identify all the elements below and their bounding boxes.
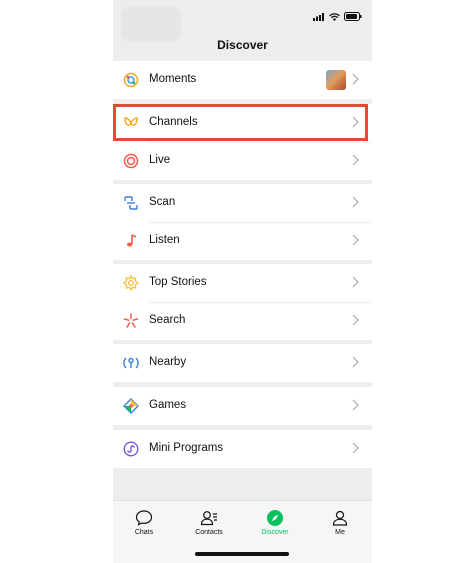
list-item-label: Mini Programs [149,442,224,454]
person-icon [332,510,348,526]
scan-icon [124,196,138,210]
group-mini-programs: Mini Programs [113,430,372,468]
chevron-right-icon [352,196,359,208]
chevron-right-icon [352,116,359,128]
list-item-listen[interactable]: Listen [113,222,372,260]
compass-icon [267,510,283,526]
tab-contacts[interactable]: Contacts [184,509,234,536]
list-item-live[interactable]: Live [113,142,372,180]
home-indicator [195,552,289,556]
list-item-channels[interactable]: Channels [113,104,372,142]
status-bar [113,0,372,42]
contacts-icon [200,511,217,526]
music-note-icon [127,234,137,247]
tab-label: Me [335,529,345,536]
tab-me[interactable]: Me [315,509,365,536]
wifi-icon [329,12,340,21]
chevron-right-icon [352,276,359,288]
page-title: Discover [217,38,268,52]
top-stories-icon [123,275,139,291]
group-nearby: Nearby [113,344,372,382]
mini-programs-icon [123,441,139,457]
chevron-right-icon [352,442,359,454]
battery-icon [344,12,362,21]
moments-icon [123,72,139,88]
list-item-search[interactable]: Search [113,302,372,340]
moments-thumbnail [326,70,346,90]
list-item-moments[interactable]: Moments [113,61,372,99]
tab-discover[interactable]: Discover [250,509,300,536]
list-item-label: Search [149,314,186,326]
list-item-label: Scan [149,196,176,208]
tab-label: Contacts [195,529,223,536]
chevron-right-icon [352,399,359,411]
games-icon [123,398,139,414]
group-games: Games [113,387,372,425]
list-item-scan[interactable]: Scan [113,184,372,222]
list-item-nearby[interactable]: Nearby [113,344,372,382]
list-item-label: Channels [149,116,198,128]
list-item-label: Games [149,399,187,411]
list-item-label: Listen [149,234,180,246]
list-item-mini-programs[interactable]: Mini Programs [113,430,372,468]
group-scan-listen: Scan Listen [113,184,372,260]
chevron-right-icon [352,356,359,368]
list-item-label: Nearby [149,356,187,368]
list-item-top-stories[interactable]: Top Stories [113,264,372,302]
cellular-signal-icon [313,12,324,21]
channels-icon [124,117,138,127]
status-icons [313,12,362,21]
list-item-label: Moments [149,73,197,85]
chevron-right-icon [352,234,359,246]
group-channels-live: Channels Live [113,104,372,180]
list-item-games[interactable]: Games [113,387,372,425]
list-item-label: Live [149,154,171,166]
phone-screen: Discover Moments Channels Live Scan List… [113,0,372,563]
chevron-right-icon [352,314,359,326]
chevron-right-icon [352,154,359,166]
tab-chats[interactable]: Chats [119,509,169,536]
tab-label: Discover [261,529,289,536]
status-bar-blurred-area [121,6,181,42]
chevron-right-icon [352,73,359,85]
tab-label: Chats [134,529,154,536]
search-icon [123,313,139,328]
list-item-label: Top Stories [149,276,207,288]
group-moments: Moments [113,61,372,99]
nearby-icon [123,357,139,369]
chat-bubble-icon [135,510,153,526]
group-stories-search: Top Stories Search [113,264,372,340]
live-icon [123,153,139,169]
